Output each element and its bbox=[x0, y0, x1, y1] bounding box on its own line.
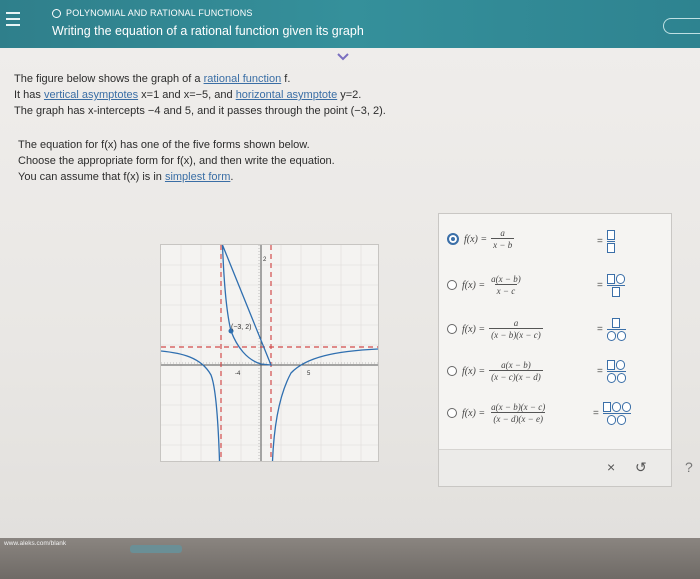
rational-function-graph: (−3, 2) -4 5 2 bbox=[160, 244, 379, 462]
page-title: Writing the equation of a rational funct… bbox=[52, 24, 364, 38]
chevron-down-icon[interactable] bbox=[337, 53, 349, 61]
y-tick-label: 2 bbox=[263, 257, 267, 263]
problem-line-3: The graph has x-intercepts −4 and 5, and… bbox=[14, 105, 386, 117]
option-1[interactable]: f(x) = ax − b bbox=[447, 228, 515, 250]
bottom-button[interactable] bbox=[130, 545, 182, 553]
rational-function-link[interactable]: rational function bbox=[204, 73, 282, 85]
problem-line-6: You can assume that f(x) is in simplest … bbox=[18, 171, 234, 183]
x-tick-label-5: 5 bbox=[307, 371, 311, 377]
template-3[interactable]: = bbox=[597, 318, 626, 341]
undo-icon[interactable]: ↺ bbox=[635, 459, 647, 476]
template-1[interactable]: = bbox=[597, 230, 615, 253]
answer-panel: f(x) = ax − b = f(x) = a(x − b) x − c = f… bbox=[438, 213, 693, 487]
problem-line-5: Choose the appropriate form for f(x), an… bbox=[18, 155, 335, 167]
x-tick-label-neg4: -4 bbox=[235, 371, 241, 377]
topic-row: POLYNOMIAL AND RATIONAL FUNCTIONS bbox=[52, 8, 253, 18]
topic-label: POLYNOMIAL AND RATIONAL FUNCTIONS bbox=[66, 8, 253, 18]
template-5[interactable]: = bbox=[593, 402, 631, 425]
status-url: www.aleks.com/blank bbox=[4, 540, 67, 547]
menu-icon[interactable] bbox=[6, 12, 20, 28]
horizontal-asymptote-link[interactable]: horizontal asymptote bbox=[236, 89, 338, 101]
option-4[interactable]: f(x) = a(x − b) (x − c)(x − d) bbox=[447, 360, 543, 382]
problem-line-4: The equation for f(x) has one of the fiv… bbox=[18, 139, 310, 151]
header-bar: POLYNOMIAL AND RATIONAL FUNCTIONS Writin… bbox=[0, 0, 700, 48]
option-3[interactable]: f(x) = a (x − b)(x − c) bbox=[447, 318, 543, 340]
radio-button[interactable] bbox=[447, 408, 457, 418]
curve-left-branch bbox=[160, 350, 221, 462]
radio-button[interactable] bbox=[447, 324, 457, 334]
header-toggle[interactable] bbox=[663, 18, 700, 34]
simplest-form-link[interactable]: simplest form bbox=[165, 171, 230, 183]
graph-panel: (−3, 2) -4 5 2 bbox=[160, 244, 379, 462]
template-2[interactable]: = bbox=[597, 274, 625, 297]
radio-button[interactable] bbox=[447, 366, 457, 376]
option-5[interactable]: f(x) = a(x − b)(x − c) (x − d)(x − e) bbox=[447, 402, 547, 424]
radio-button-selected[interactable] bbox=[447, 233, 459, 245]
panel-footer: × ↺ ? bbox=[439, 449, 693, 486]
browser-bottom-bar bbox=[0, 538, 700, 579]
vertical-asymptotes-link[interactable]: vertical asymptotes bbox=[44, 89, 138, 101]
radio-button[interactable] bbox=[447, 280, 457, 290]
point-label: (−3, 2) bbox=[231, 324, 251, 331]
topic-circle-icon bbox=[52, 8, 61, 18]
close-icon[interactable]: × bbox=[607, 459, 615, 475]
problem-line-2: It has vertical asymptotes x=1 and x=−5,… bbox=[14, 89, 362, 101]
option-2[interactable]: f(x) = a(x − b) x − c bbox=[447, 274, 523, 296]
help-icon[interactable]: ? bbox=[685, 459, 693, 475]
problem-line-1: The figure below shows the graph of a ra… bbox=[14, 73, 291, 85]
template-4[interactable]: = bbox=[597, 360, 626, 383]
